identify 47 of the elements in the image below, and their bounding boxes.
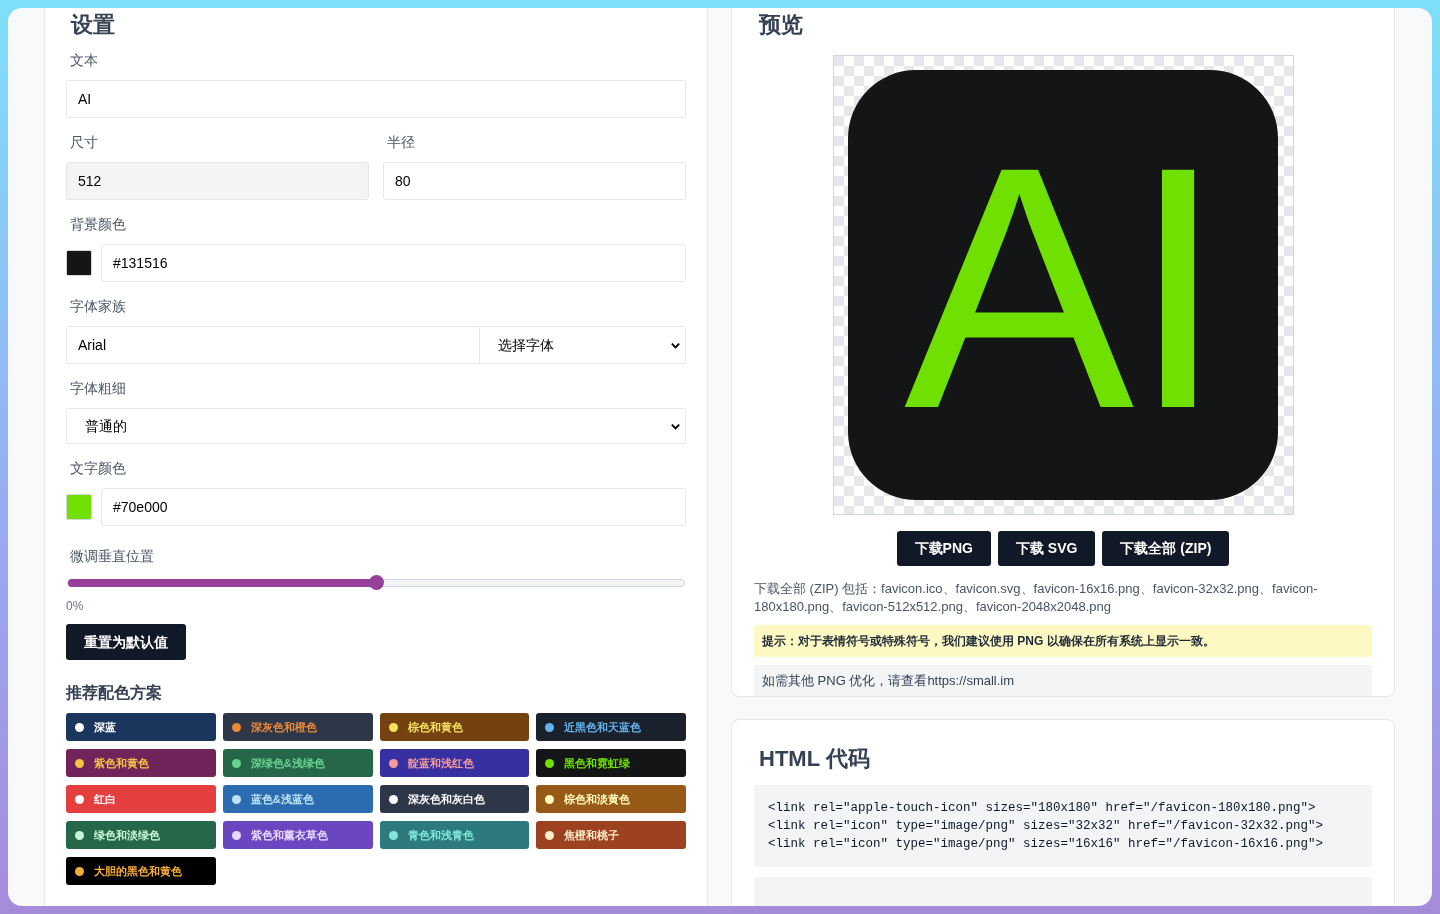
color-scheme-button[interactable]: 深灰色和灰白色	[379, 785, 530, 813]
section-heading: 设置	[69, 11, 116, 39]
optimize-note: 如需其他 PNG 优化，请查看https://small.im	[754, 665, 1372, 696]
reset-button[interactable]: 重置为默认值	[66, 624, 186, 660]
icon-letters: AI	[904, 114, 1222, 460]
download-button[interactable]: 下载PNG	[896, 531, 991, 566]
field-label: 文字颜色	[69, 459, 127, 478]
download-button[interactable]: 下载 SVG	[997, 531, 1096, 566]
slider-reading: 0%	[66, 598, 85, 614]
color-scheme-button[interactable]: 红白	[66, 785, 216, 813]
section-heading: 推荐配色方案	[66, 683, 163, 703]
field-label: 字体家族	[69, 297, 127, 316]
color-scheme-button[interactable]: 靛蓝和浅红色	[379, 749, 530, 777]
color-swatch[interactable]	[66, 250, 92, 276]
field-label: 尺寸	[69, 133, 99, 152]
field-label: 微调垂直位置	[69, 547, 155, 566]
color-scheme-button[interactable]: 大胆的黑色和黄色	[66, 857, 216, 885]
color-scheme-button[interactable]: 棕色和淡黄色	[536, 785, 686, 813]
input-field[interactable]: #70e000	[101, 488, 686, 526]
field-label: 文本	[69, 51, 99, 70]
section-heading: HTML 代码	[758, 745, 871, 773]
input-field[interactable]: 80	[383, 162, 686, 200]
slider-thumb[interactable]	[369, 575, 384, 590]
field-label: 背景颜色	[69, 215, 127, 234]
code-block: <link rel="apple-touch-icon" sizes="180x180" href="/favicon-180x180.png"> <link rel="icon" type="image/png" sizes="32x32" href="/favicon-32x32.png"> <link rel="icon" type="image/png" sizes="16x16" href="/favicon-16x16.png">	[754, 785, 1372, 867]
color-scheme-button[interactable]: 黑色和霓虹绿	[536, 749, 686, 777]
color-scheme-button[interactable]: 棕色和黄色	[379, 713, 530, 741]
color-scheme-button[interactable]: 紫色和薰衣草色	[222, 821, 373, 849]
zip-note: 下载全部 (ZIP) 包括：favicon.ico、favicon.svg、favicon-16x16.png、favicon-32x32.png、favicon-180x180.png、favicon-512x512.png、favicon-2048x2048.png	[754, 580, 1319, 616]
color-scheme-button[interactable]: 深绿色&浅绿色	[222, 749, 373, 777]
weight-select[interactable]: 普通的	[66, 408, 686, 444]
color-scheme-button[interactable]: 近黑色和天蓝色	[536, 713, 686, 741]
color-scheme-button[interactable]: 蓝色&浅蓝色	[222, 785, 373, 813]
color-scheme-button[interactable]: 深蓝	[66, 713, 216, 741]
input-field[interactable]: AI	[66, 80, 686, 118]
field-label: 字体粗细	[69, 379, 127, 398]
section-heading: 预览	[757, 11, 804, 39]
color-scheme-button[interactable]: 焦橙和桃子	[536, 821, 686, 849]
color-swatch[interactable]	[66, 494, 92, 520]
color-scheme-button[interactable]: 深灰色和橙色	[222, 713, 373, 741]
field-label: 半径	[386, 133, 416, 152]
input-field[interactable]: #131516	[101, 244, 686, 282]
color-scheme-button[interactable]: 紫色和黄色	[66, 749, 216, 777]
select-value: 普通的	[85, 416, 127, 436]
tip-note: 提示：对于表情符号或特殊符号，我们建议使用 PNG 以确保在所有系统上显示一致。	[754, 625, 1372, 657]
color-scheme-button[interactable]: 绿色和淡绿色	[66, 821, 216, 849]
download-button[interactable]: 下载全部 (ZIP)	[1102, 531, 1230, 566]
